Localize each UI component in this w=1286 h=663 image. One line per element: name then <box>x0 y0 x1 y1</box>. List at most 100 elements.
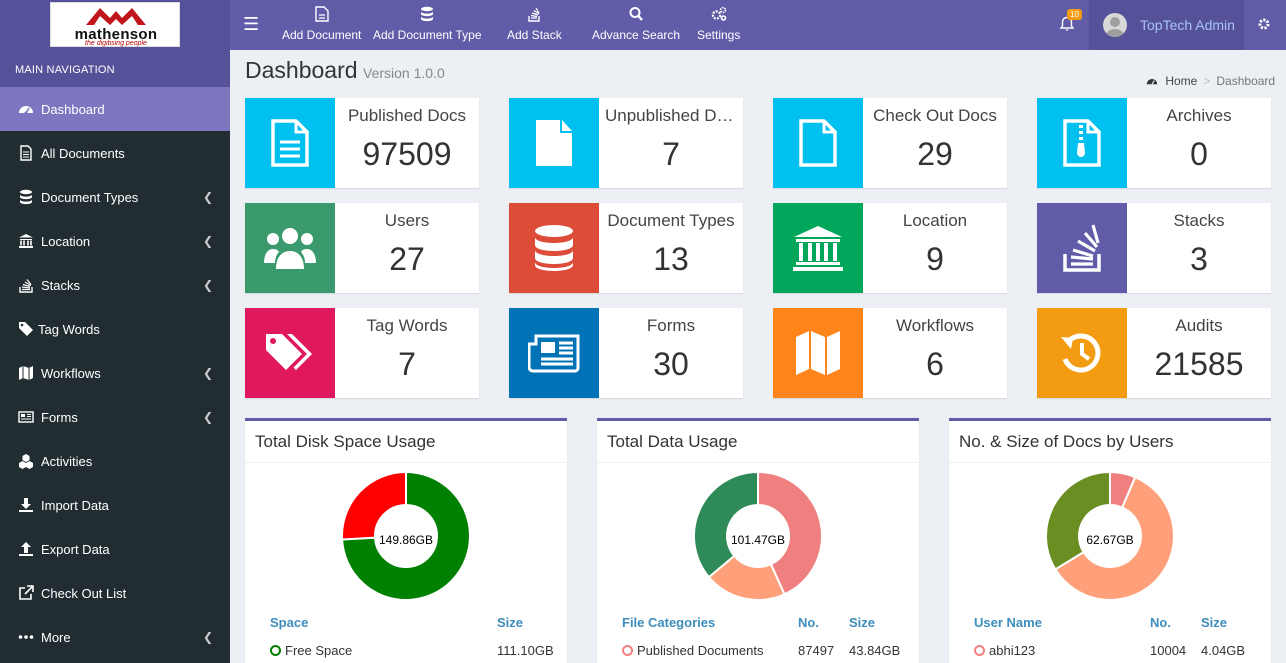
file-add-icon <box>314 6 329 22</box>
logo-area[interactable]: mathenson the digitising people <box>0 0 230 50</box>
external-link-icon <box>19 585 34 600</box>
sidebar-item-all-documents[interactable]: All Documents <box>0 131 230 175</box>
sidebar-item-forms[interactable]: Forms ❮ <box>0 395 230 439</box>
info-box-icon-area <box>245 98 335 188</box>
panel-divider <box>949 462 1271 463</box>
sidebar-item-tag-words[interactable]: Tag Words <box>0 307 230 351</box>
advance-search-button[interactable]: Advance Search <box>592 6 680 42</box>
sidebar-item-export-data[interactable]: Export Data <box>0 527 230 571</box>
info-box-value: 7 <box>398 346 416 382</box>
upload-icon <box>19 542 33 556</box>
breadcrumb: Home > Dashboard <box>1146 74 1275 88</box>
info-box-icon-area <box>509 203 599 293</box>
chevron-left-icon: ❮ <box>203 278 214 292</box>
legend-header-size: Size <box>1201 615 1228 630</box>
info-box-label: Stacks <box>1173 211 1225 230</box>
panel-data-usage: Total Data Usage 101.47GB File Categorie… <box>597 418 919 663</box>
sidebar-item-label: Activities <box>41 454 93 469</box>
sidebar-item-label: Stacks <box>41 278 81 293</box>
sidebar-item-dashboard[interactable]: Dashboard <box>0 87 230 131</box>
menu-toggle-icon[interactable]: ☰ <box>243 14 259 35</box>
sidebar-item-document-types[interactable]: Document Types ❮ <box>0 175 230 219</box>
donut-segment-1 <box>341 471 407 541</box>
info-box-location[interactable]: Location 9 <box>773 203 1007 293</box>
add-document-label: Add Document <box>282 28 362 42</box>
info-box-label: Tag Words <box>366 316 448 335</box>
info-box-icon-area <box>245 308 335 398</box>
download-icon <box>19 498 33 512</box>
legend-row-label: Published Documents <box>637 643 764 658</box>
info-box-archives[interactable]: Archives 0 <box>1037 98 1271 188</box>
sidebar-item-workflows[interactable]: Workflows ❮ <box>0 351 230 395</box>
info-box-forms[interactable]: Forms 30 <box>509 308 743 398</box>
info-box-icon-area <box>245 203 335 293</box>
breadcrumb-home-link[interactable]: Home <box>1165 74 1197 88</box>
sidebar-item-label: Location <box>41 234 91 249</box>
sidebar-item-more[interactable]: More ❮ <box>0 615 230 659</box>
settings-button[interactable]: Settings <box>697 6 740 42</box>
info-box-value: 6 <box>926 346 944 382</box>
sidebar-item-location[interactable]: Location ❮ <box>0 219 230 263</box>
panel-title: Total Data Usage <box>607 432 738 451</box>
legend-row-size: 111.10GB <box>497 643 554 658</box>
info-box-check-out-docs[interactable]: Check Out Docs 29 <box>773 98 1007 188</box>
user-menu[interactable]: TopTech Admin <box>1089 0 1244 50</box>
dashboard-icon <box>1146 79 1158 85</box>
legend-row-label: abhi123 <box>989 643 1036 658</box>
sidebar-item-check-out-list[interactable]: Check Out List <box>0 571 230 615</box>
info-box-label: Unpublished Docs <box>605 106 743 125</box>
map-icon <box>19 366 33 380</box>
info-box-label: Audits <box>1175 316 1223 335</box>
info-box-document-types[interactable]: Document Types 13 <box>509 203 743 293</box>
legend-header-user-name: User Name <box>974 615 1042 630</box>
logo-tagline: the digitising people <box>85 40 147 47</box>
top-navbar: mathenson the digitising people ☰ Add Do… <box>0 0 1286 50</box>
donut-center-label: 101.47GB <box>730 533 786 547</box>
info-box-value: 7 <box>662 136 680 172</box>
add-stack-button[interactable]: Add Stack <box>507 6 562 42</box>
logo-mark-icon <box>86 8 146 25</box>
info-box-unpublished-docs[interactable]: Unpublished Docs 7 <box>509 98 743 188</box>
info-box-label: Location <box>902 211 968 230</box>
sidebar-item-label: Workflows <box>41 366 101 381</box>
info-box-value: 29 <box>917 136 953 172</box>
tags-icon <box>266 334 312 370</box>
info-box-tag-words[interactable]: Tag Words 7 <box>245 308 479 398</box>
file-archive-icon <box>1063 119 1101 167</box>
sidebar-item-label: Check Out List <box>41 586 127 601</box>
info-box-label: Check Out Docs <box>873 106 997 125</box>
donut-segment-2 <box>1045 471 1111 571</box>
info-box-icon-area <box>1037 308 1127 398</box>
info-box-users[interactable]: Users 27 <box>245 203 479 293</box>
sidebar-item-activities[interactable]: Activities <box>0 439 230 483</box>
sidebar-item-label: Dashboard <box>41 102 105 117</box>
sidebar-item-stacks[interactable]: Stacks ❮ <box>0 263 230 307</box>
notification-count-badge: 10 <box>1067 9 1082 20</box>
add-document-button[interactable]: Add Document <box>282 6 361 42</box>
sidebar-item-import-data[interactable]: Import Data <box>0 483 230 527</box>
info-box-icon-area <box>1037 98 1127 188</box>
info-box-label: Users <box>384 211 430 230</box>
legend-header-size: Size <box>849 615 876 630</box>
legend-dot <box>622 645 633 656</box>
user-avatar-icon <box>1105 17 1125 37</box>
file-outline-icon <box>799 119 837 167</box>
panel-title: Total Disk Space Usage <box>255 432 436 451</box>
info-box-stacks[interactable]: Stacks 3 <box>1037 203 1271 293</box>
brand-logo[interactable]: mathenson the digitising people <box>50 2 180 47</box>
info-box-audits[interactable]: Audits 21585 <box>1037 308 1271 398</box>
ellipsis-icon <box>18 635 34 639</box>
stack-icon <box>19 279 33 293</box>
info-box-value: 0 <box>1190 136 1208 172</box>
page-version: Version 1.0.0 <box>363 65 445 81</box>
add-document-type-button[interactable]: Add Document Type <box>373 6 482 42</box>
sidebar-item-label: More <box>41 630 71 645</box>
add-stack-label: Add Stack <box>507 28 562 42</box>
gear-icon[interactable] <box>1257 17 1271 31</box>
donut-segment-2 <box>693 471 759 579</box>
info-box-published-docs[interactable]: Published Docs 97509 <box>245 98 479 188</box>
info-box-workflows[interactable]: Workflows 6 <box>773 308 1007 398</box>
sidebar-header: MAIN NAVIGATION <box>0 50 230 87</box>
info-box-label: Published Docs <box>347 106 467 125</box>
bank-icon <box>19 234 33 248</box>
